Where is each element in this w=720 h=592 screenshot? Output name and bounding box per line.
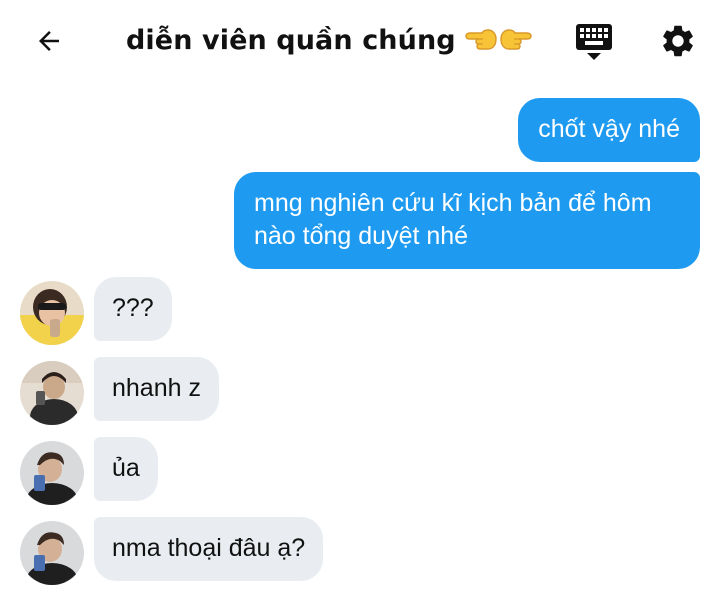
avatar[interactable] [20,441,84,505]
title-emoji [464,27,533,53]
avatar[interactable] [20,361,84,425]
avatar[interactable] [20,521,84,585]
message-text: ủa [112,454,140,482]
keyboard-icon [576,24,612,60]
incoming-message-bubble[interactable]: nma thoại đâu ạ? [94,517,324,581]
back-button[interactable] [28,20,70,62]
outgoing-message-bubble[interactable]: mng nghiên cứu kĩ kịch bản để hôm nào tổ… [234,172,700,269]
avatar-photo [20,441,84,505]
settings-button[interactable] [656,19,700,63]
avatar[interactable] [20,281,84,345]
avatar-photo [20,521,84,585]
incoming-message-bubble[interactable]: ủa [94,437,158,501]
incoming-message-bubble[interactable]: ??? [94,277,172,341]
message-text: mng nghiên cứu kĩ kịch bản để hôm nào tổ… [254,189,652,250]
chat-header: diễn viên quần chúng [0,0,720,82]
chat-title[interactable]: diễn viên quần chúng [126,18,533,62]
message-text: chốt vậy nhé [538,115,680,143]
avatar-photo [20,361,84,425]
arrow-left-icon [39,31,59,51]
message-text: nhanh z [112,374,201,402]
avatar-photo [20,281,84,345]
message-text: ??? [112,294,154,322]
gear-icon [663,25,693,57]
chat-title-text: diễn viên quần chúng [126,24,456,56]
keyboard-button[interactable] [572,20,616,64]
pointing-right-emoji-icon [500,29,532,50]
outgoing-message-bubble[interactable]: chốt vậy nhé [518,98,700,162]
pointing-left-emoji-icon [465,29,497,50]
message-text: nma thoại đâu ạ? [112,534,306,562]
incoming-message-bubble[interactable]: nhanh z [94,357,219,421]
